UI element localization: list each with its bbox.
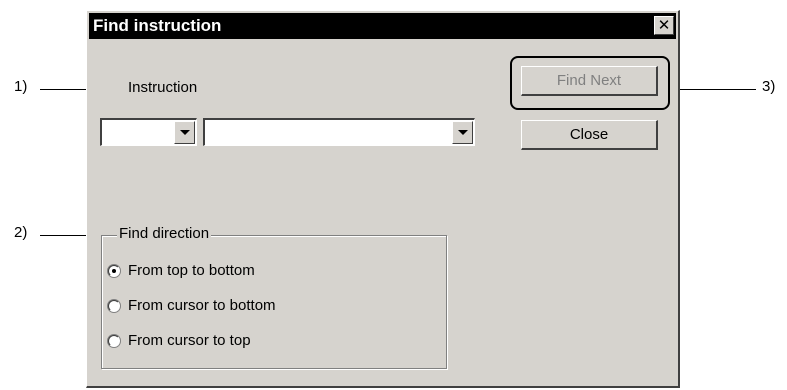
find-direction-label: Find direction <box>117 225 212 242</box>
find-next-button[interactable]: Find Next <box>521 66 658 96</box>
dialog-title: Find instruction <box>93 16 222 35</box>
callout-3-line <box>680 89 756 90</box>
close-icon: ✕ <box>657 17 671 34</box>
chevron-down-icon[interactable] <box>452 121 473 144</box>
instruction-label: Instruction <box>128 79 198 96</box>
chevron-down-icon[interactable] <box>174 121 195 144</box>
radio-label: From cursor to top <box>128 332 251 349</box>
radio-label: From cursor to bottom <box>128 297 276 314</box>
radio-cursor-to-bottom[interactable]: From cursor to bottom <box>108 297 276 314</box>
radio-unchecked-icon[interactable] <box>108 299 120 312</box>
callout-1-label: 1) <box>14 78 28 95</box>
callout-3-label: 3) <box>762 78 776 95</box>
radio-unchecked-icon[interactable] <box>108 334 120 347</box>
radio-top-to-bottom[interactable]: From top to bottom <box>108 262 255 279</box>
radio-checked-icon[interactable] <box>108 264 120 277</box>
instruction-type-combo[interactable] <box>100 118 197 146</box>
callout-2-label: 2) <box>14 224 28 241</box>
close-button[interactable]: Close <box>521 120 658 150</box>
close-window-button[interactable]: ✕ <box>654 16 674 35</box>
title-bar: Find instruction ✕ <box>89 13 676 39</box>
radio-cursor-to-top[interactable]: From cursor to top <box>108 332 251 349</box>
instruction-text-combo[interactable] <box>203 118 475 146</box>
radio-label: From top to bottom <box>128 262 255 279</box>
